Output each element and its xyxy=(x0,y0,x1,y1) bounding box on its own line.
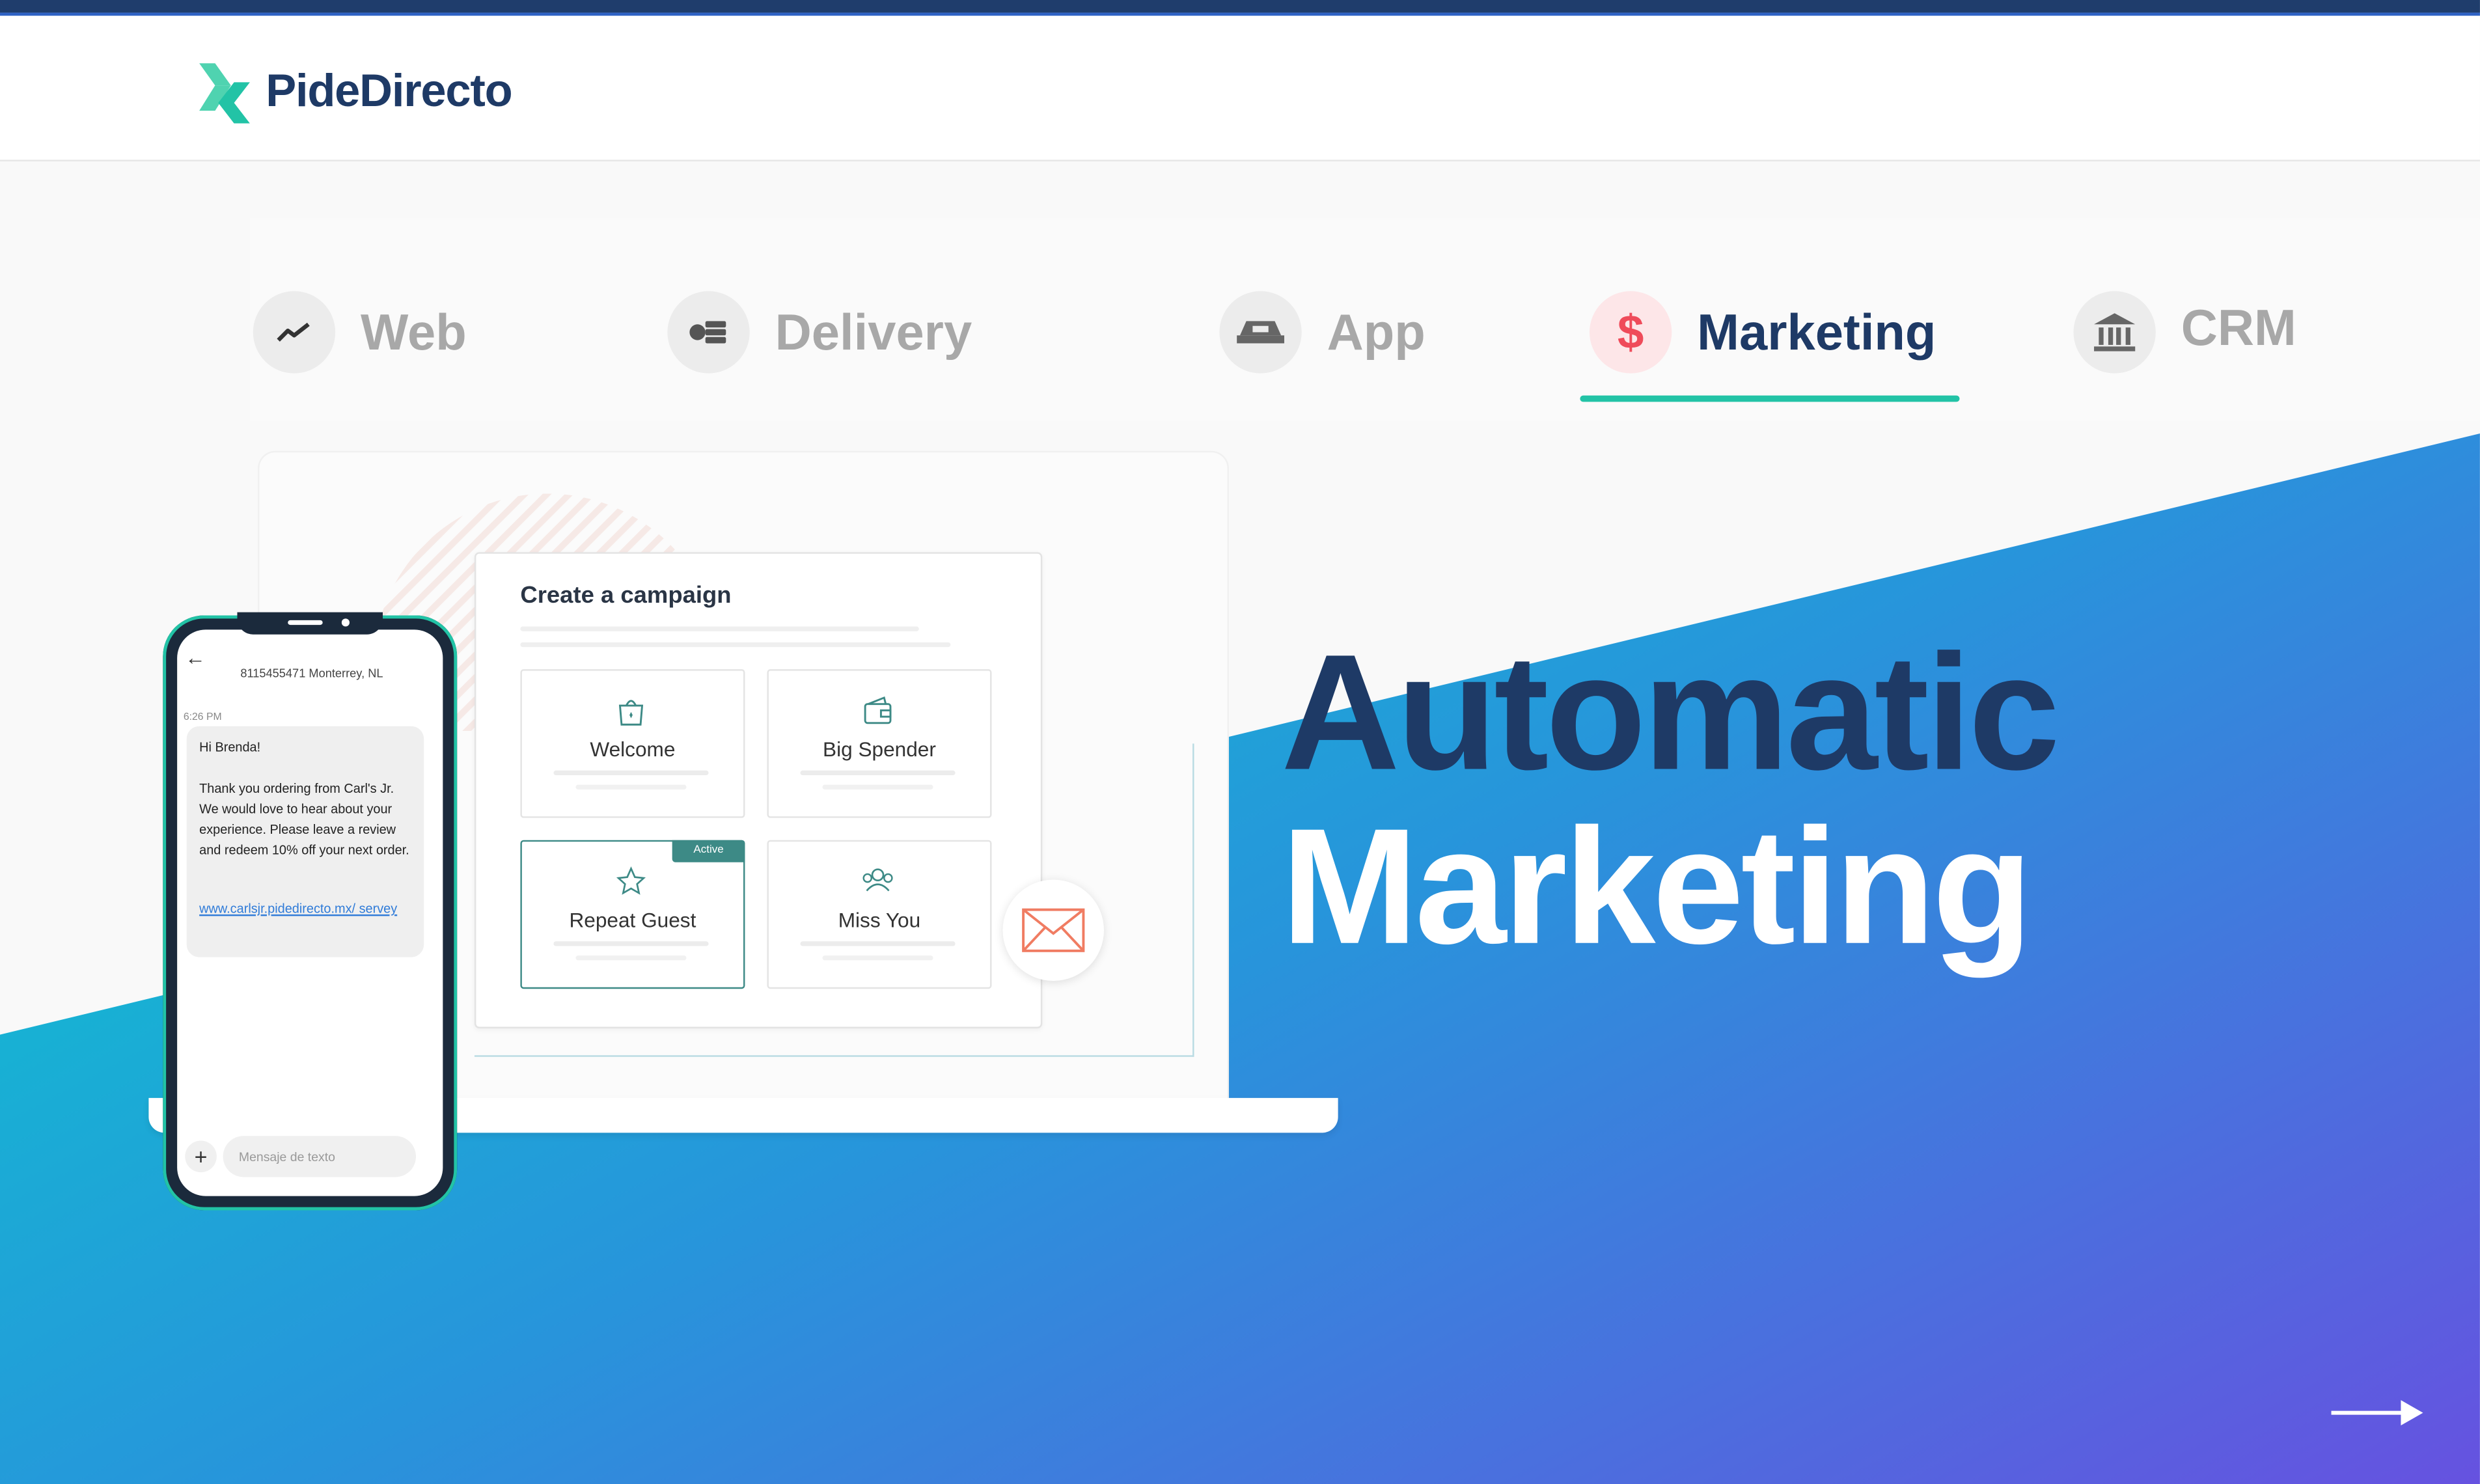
tab-app[interactable]: App xyxy=(1219,291,1426,374)
gift-bag-icon xyxy=(618,700,644,726)
card-welcome-label: Welcome xyxy=(590,737,676,762)
add-attachment-button[interactable]: + xyxy=(185,1140,217,1173)
sms-bubble: Hi Brenda! Thank you ordering from Carl'… xyxy=(186,726,424,957)
card-big-spender[interactable]: Big Spender xyxy=(767,669,992,818)
tab-crm[interactable]: CRM xyxy=(2073,291,2296,374)
next-arrow-icon[interactable] xyxy=(2328,1392,2427,1433)
brand-name: PideDirecto xyxy=(266,65,512,117)
message-time: 6:26 PM xyxy=(183,711,222,723)
phone-mockup: ← 8115455471 Monterrey, NL 6:26 PM Hi Br… xyxy=(163,612,458,1211)
tab-web[interactable]: Web xyxy=(253,291,467,374)
card-miss-you[interactable]: Miss You xyxy=(767,840,992,989)
bank-icon xyxy=(2073,291,2156,374)
headline-line-2: Marketing xyxy=(1281,795,2033,980)
envelope-icon xyxy=(1022,908,1085,952)
hero-headline: Automatic Marketing xyxy=(1281,622,2060,980)
trend-line-icon xyxy=(253,291,336,374)
card-repeat-guest[interactable]: Active Repeat Guest xyxy=(520,840,745,989)
dollar-icon: $ xyxy=(1589,291,1672,374)
phone-notch xyxy=(237,612,383,635)
sms-input[interactable] xyxy=(223,1136,417,1177)
sms-link[interactable]: www.carlsjr.pidedirecto.mx/ servey xyxy=(199,900,411,920)
svg-text:$: $ xyxy=(1618,307,1644,358)
tab-app-label: App xyxy=(1327,303,1426,360)
site-header: PideDirecto xyxy=(0,16,2480,161)
sms-sender: 8115455471 Monterrey, NL xyxy=(240,666,383,681)
page-stage: PideDirecto Web Delivery App $ Marketing… xyxy=(0,0,2480,1484)
back-arrow-icon[interactable]: ← xyxy=(185,646,206,669)
card-repeat-guest-label: Repeat Guest xyxy=(569,908,696,932)
star-icon xyxy=(616,866,646,895)
mail-bubble xyxy=(1002,879,1105,982)
card-miss-you-label: Miss You xyxy=(838,908,921,932)
tab-marketing[interactable]: $ Marketing xyxy=(1589,291,1936,374)
tab-web-label: Web xyxy=(360,303,467,360)
brand-logo[interactable]: PideDirecto xyxy=(196,60,513,124)
tab-delivery[interactable]: Delivery xyxy=(667,291,972,374)
phone-screen: ← 8115455471 Monterrey, NL 6:26 PM Hi Br… xyxy=(177,629,443,1196)
skeleton-line xyxy=(520,642,951,648)
campaign-title: Create a campaign xyxy=(520,582,732,609)
tab-delivery-label: Delivery xyxy=(775,303,972,360)
delivery-icon xyxy=(667,291,750,374)
people-icon xyxy=(862,868,893,892)
card-welcome[interactable]: Welcome xyxy=(520,669,745,818)
tab-marketing-label: Marketing xyxy=(1697,303,1936,360)
sms-message: Thank you ordering from Carl's Jr. We wo… xyxy=(199,781,409,857)
sms-greeting: Hi Brenda! xyxy=(199,740,261,755)
active-badge: Active xyxy=(672,840,745,862)
wallet-icon xyxy=(864,696,892,724)
skeleton-line xyxy=(520,626,919,631)
top-accent-bar xyxy=(0,0,2480,13)
logo-mark-icon xyxy=(199,63,250,124)
app-icon xyxy=(1219,291,1302,374)
active-tab-indicator xyxy=(1580,395,1960,402)
headline-line-1: Automatic xyxy=(1281,622,2060,806)
tab-crm-label: CRM xyxy=(2181,298,2296,355)
campaign-panel: Create a campaign Welcome Big Spender Ac… xyxy=(474,552,1043,1028)
card-big-spender-label: Big Spender xyxy=(823,737,936,762)
